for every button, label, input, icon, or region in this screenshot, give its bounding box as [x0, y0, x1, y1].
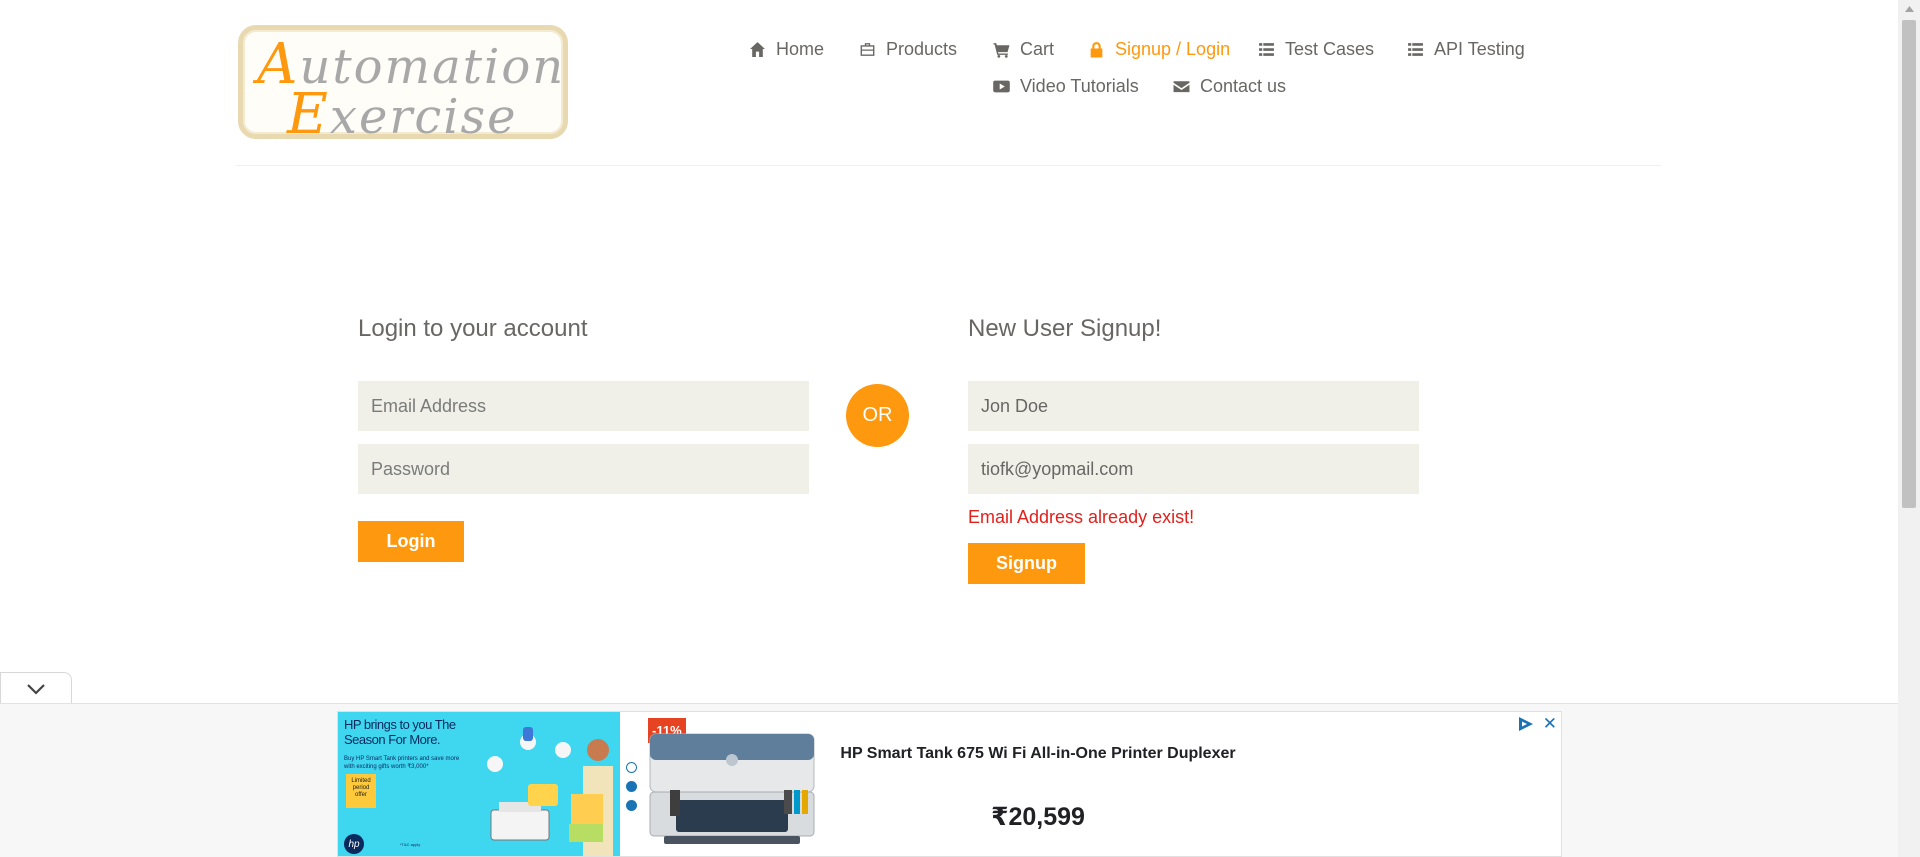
scrollbar-thumb[interactable]: [1902, 20, 1916, 508]
signup-error-message: Email Address already exist!: [968, 507, 1195, 527]
nav-api-testing[interactable]: API Testing: [1407, 39, 1525, 60]
carousel-dot[interactable]: [626, 762, 637, 773]
printer-product-image: [649, 733, 815, 844]
hp-logo-icon: hp: [344, 834, 364, 854]
envelope-icon: [1173, 81, 1190, 93]
ad-collapse-tab[interactable]: [0, 672, 72, 704]
login-password-input[interactable]: [358, 444, 809, 494]
home-icon: [750, 42, 765, 57]
nav-video-tutorials[interactable]: Video Tutorials: [993, 76, 1139, 97]
cart-icon: [993, 43, 1010, 58]
lock-icon: [1090, 42, 1103, 58]
page-scrollbar[interactable]: [1898, 0, 1920, 857]
nav-video-tutorials-label: Video Tutorials: [1020, 76, 1139, 96]
ad-hp-promo-image: HP brings to you The Season For More. Bu…: [338, 712, 620, 856]
nav-signup-login[interactable]: Signup / Login: [1088, 39, 1230, 60]
signup-title: New User Signup!: [968, 315, 1162, 342]
nav-home[interactable]: Home: [749, 39, 824, 60]
ad-product-price: ₹20,599: [991, 803, 1085, 831]
ad-banner[interactable]: HP brings to you The Season For More. Bu…: [337, 711, 1562, 857]
youtube-icon: [993, 80, 1010, 93]
ad-choices-icon[interactable]: [1517, 716, 1535, 732]
nav-products[interactable]: Products: [859, 39, 957, 60]
carousel-dot[interactable]: [626, 781, 637, 792]
nav-test-cases[interactable]: Test Cases: [1258, 39, 1374, 60]
ad-hp-fineprint: *T&C apply: [400, 842, 421, 847]
nav-api-testing-label: API Testing: [1434, 39, 1525, 59]
ad-hp-headline: HP brings to you The Season For More.: [344, 717, 456, 747]
nav-home-label: Home: [776, 39, 825, 59]
ad-illustration: [487, 727, 613, 856]
nav-cart[interactable]: Cart: [993, 39, 1054, 60]
header-divider: [236, 165, 1661, 166]
logo-line-2: Exercise: [287, 82, 518, 147]
signup-button[interactable]: Signup: [968, 543, 1085, 584]
login-button[interactable]: Login: [358, 521, 464, 562]
login-title: Login to your account: [358, 315, 588, 342]
nav-contact-us-label: Contact us: [1200, 76, 1287, 96]
nav-products-label: Products: [886, 39, 958, 59]
list-icon: [1259, 43, 1274, 56]
ad-carousel-dots[interactable]: [626, 762, 637, 819]
nav-test-cases-label: Test Cases: [1285, 39, 1375, 59]
ad-product-title[interactable]: HP Smart Tank 675 Wi Fi All-in-One Print…: [758, 745, 1318, 763]
scroll-up-arrow-icon[interactable]: [1898, 0, 1920, 18]
chevron-down-icon: [27, 683, 45, 695]
signup-name-input[interactable]: [968, 381, 1419, 431]
briefcase-icon: [860, 43, 875, 56]
site-logo[interactable]: Automation Exercise: [238, 25, 568, 147]
signup-email-input[interactable]: [968, 444, 1419, 494]
login-email-input[interactable]: [358, 381, 809, 431]
nav-contact-us[interactable]: Contact us: [1173, 76, 1286, 97]
ad-close-icon[interactable]: ✕: [1543, 714, 1557, 734]
nav-cart-label: Cart: [1020, 39, 1055, 59]
nav-signup-login-label: Signup / Login: [1115, 39, 1231, 59]
or-divider-badge: OR: [846, 384, 909, 447]
list-icon: [1408, 43, 1423, 56]
ad-hp-offer-tag: Limited period offer: [346, 774, 376, 808]
ad-hp-subtext: Buy HP Smart Tank printers and save more…: [344, 756, 460, 770]
carousel-dot[interactable]: [626, 800, 637, 811]
